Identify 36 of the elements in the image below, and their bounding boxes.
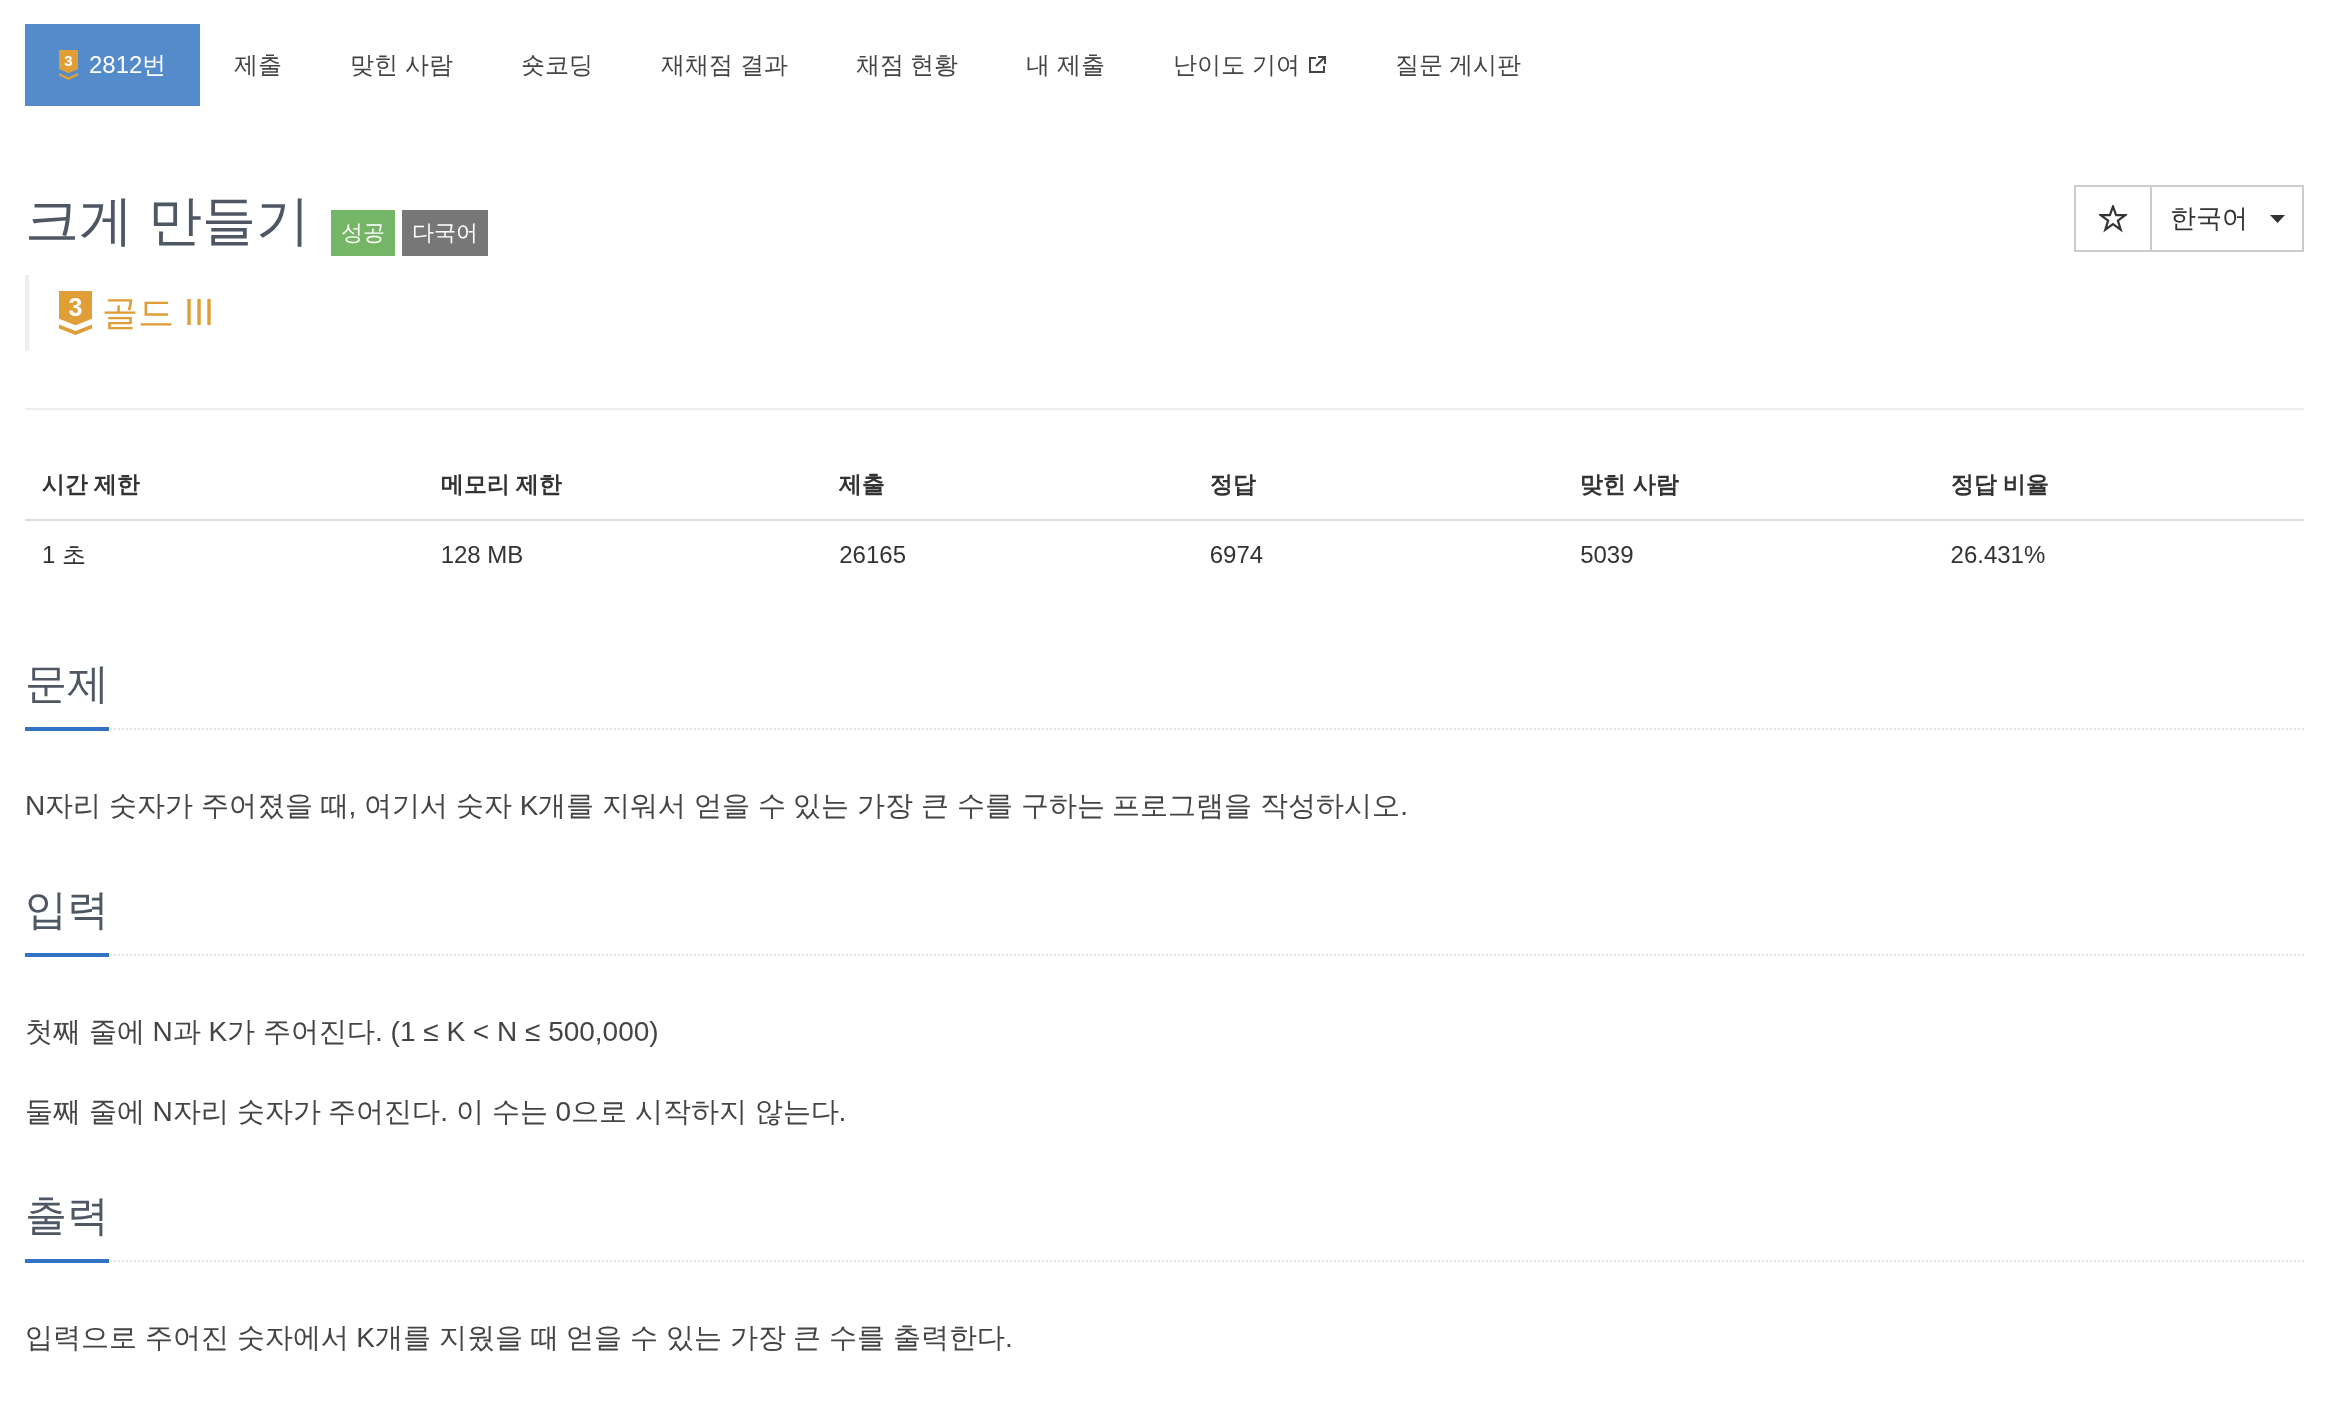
column-header: 정답 비율 [1933, 447, 2304, 520]
problem-tag: 성공 [331, 210, 395, 256]
problem-tag: 다국어 [402, 210, 488, 256]
column-header: 제출 [822, 447, 1193, 520]
language-select[interactable]: 한국어 [2152, 185, 2304, 252]
nav-tab[interactable]: 숏코딩 [487, 24, 628, 106]
table-cell: 1 초 [25, 520, 424, 585]
external-link-icon [1306, 55, 1327, 75]
problem-text: 둘째 줄에 N자리 숫자가 주어진다. 이 수는 0으로 시작하지 않는다. [25, 1095, 848, 1129]
table-cell: 5039 [1563, 520, 1934, 585]
table-cell: 6974 [1192, 520, 1564, 585]
table-cell: 128 MB [423, 520, 823, 585]
table-cell: 26165 [822, 520, 1193, 585]
section-heading: 문제 [25, 659, 109, 731]
nav-tab[interactable]: 내 제출 [992, 24, 1140, 106]
column-header: 메모리 제한 [423, 447, 823, 520]
tier-name: 골드 III [102, 290, 214, 335]
problem-text: 입력으로 주어진 숫자에서 K개를 지웠을 때 얻을 수 있는 가장 큰 수를 출력한다. [25, 1321, 1014, 1355]
column-header: 정답 [1192, 447, 1564, 520]
nav-tab[interactable]: 난이도 기여 [1139, 24, 1361, 106]
problem-title: 크게 만들기 [25, 189, 310, 252]
nav-tab[interactable]: 맞힌 사람 [316, 24, 488, 106]
problem-text: N자리 숫자가 주어졌을 때, 여기서 숫자 K개를 지워서 얻을 수 있는 가장 큰 수를 구하는 프로그램을 작성하시오. [25, 789, 1409, 823]
section-heading: 출력 [25, 1191, 109, 1263]
nav-tab[interactable]: 채점 현황 [821, 24, 993, 106]
star-button[interactable] [2074, 185, 2152, 252]
nav-tab[interactable]: 재채점 결과 [627, 24, 822, 106]
nav-tab[interactable]: 3 2812번 [25, 24, 201, 106]
column-header: 시간 제한 [25, 447, 424, 520]
problem-text: 첫째 줄에 N과 K가 주어진다. (1 ≤ K < N ≤ 500,000) [25, 1015, 660, 1049]
section-heading: 입력 [25, 885, 109, 957]
nav-tab[interactable]: 질문 게시판 [1360, 24, 1556, 106]
column-header: 맞힌 사람 [1563, 447, 1934, 520]
nav-tab[interactable]: 제출 [200, 24, 317, 106]
caret-icon [2270, 214, 2285, 223]
table-cell: 26.431% [1933, 520, 2304, 585]
